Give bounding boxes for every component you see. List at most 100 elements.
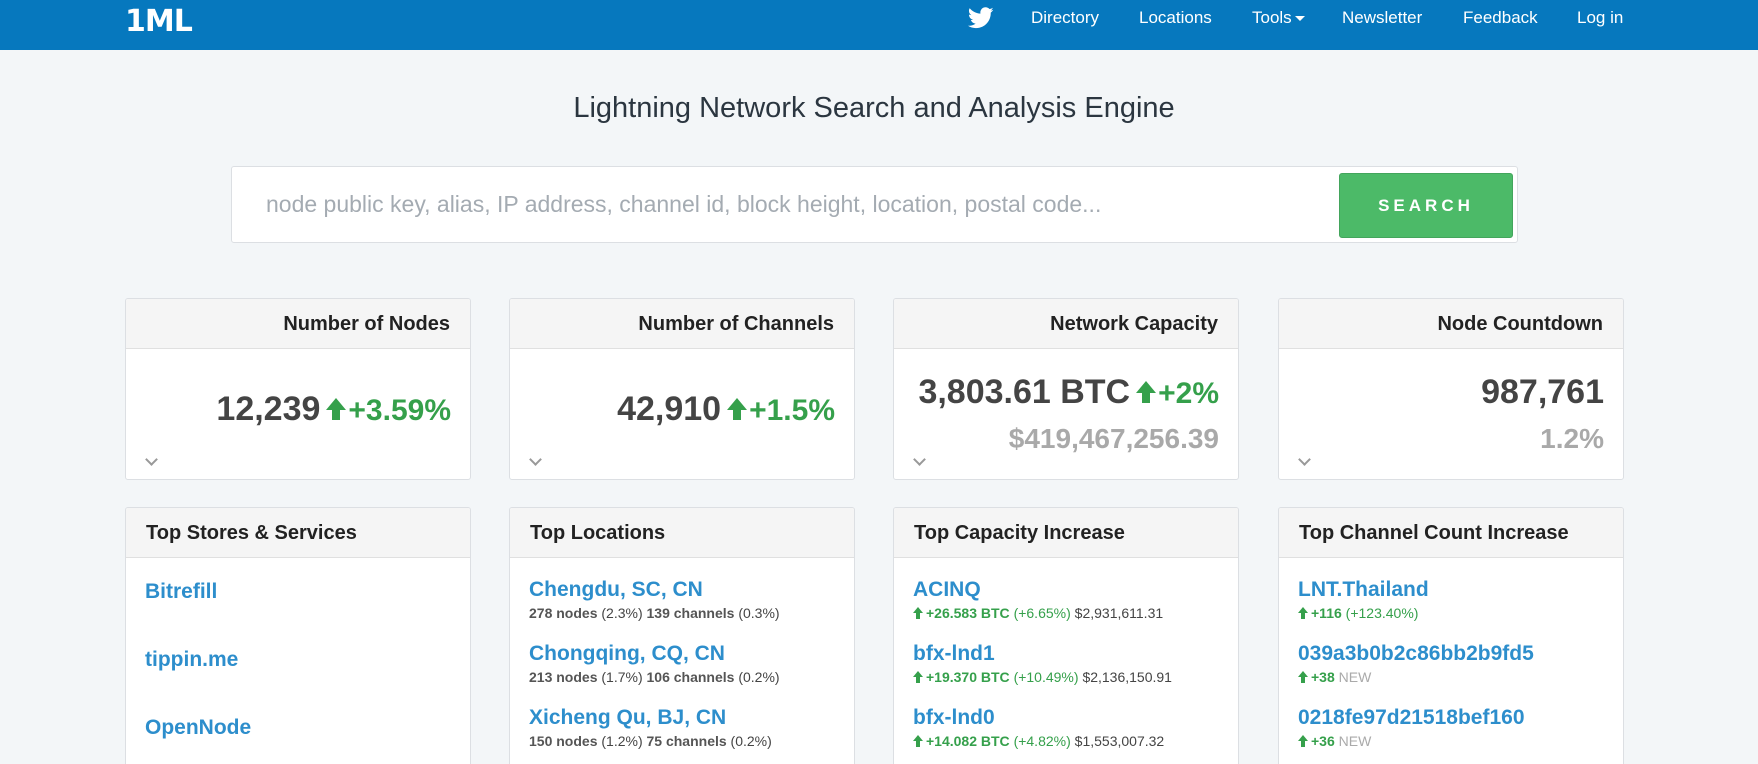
- node-count: 213 nodes: [529, 669, 598, 685]
- node-pct: (1.2%): [601, 733, 643, 749]
- channel-meta: +36 NEW: [1298, 733, 1604, 749]
- chevron-down-icon[interactable]: [1298, 455, 1310, 467]
- nav-tools[interactable]: Tools: [1252, 8, 1305, 28]
- arrow-up-icon: [1298, 735, 1309, 747]
- store-link[interactable]: Bitrefill: [145, 580, 451, 604]
- navbar: 1ML Directory Locations Tools Newsletter…: [0, 0, 1758, 50]
- location-list: Chengdu, SC, CN 278 nodes (2.3%) 139 cha…: [510, 558, 854, 764]
- list-item: OpenNode: [145, 714, 451, 764]
- nav-directory[interactable]: Directory: [1031, 8, 1099, 28]
- stat-title: Number of Nodes: [126, 299, 470, 349]
- node-pct: (2.3%): [601, 605, 643, 621]
- store-link[interactable]: OpenNode: [145, 716, 451, 740]
- list-item: 0218fe97d21518bef160 +36 NEW: [1298, 706, 1604, 764]
- node-pct: (1.7%): [601, 669, 643, 685]
- card-title: Top Locations: [510, 508, 854, 558]
- location-link[interactable]: Chongqing, CQ, CN: [529, 642, 835, 666]
- btc-increase: +19.370 BTC: [926, 669, 1010, 685]
- list-item: tippin.me: [145, 646, 451, 714]
- card-top-capacity-increase: Top Capacity Increase ACINQ +26.583 BTC …: [893, 507, 1239, 764]
- channel-increase: +38: [1311, 669, 1335, 685]
- capacity-change: +2%: [1158, 377, 1219, 410]
- card-top-locations: Top Locations Chengdu, SC, CN 278 nodes …: [509, 507, 855, 764]
- btc-increase: +14.082 BTC: [926, 733, 1010, 749]
- list-item: 039a3b0b2c86bb2b9fd5 +38 NEW: [1298, 642, 1604, 706]
- stat-card-capacity: Network Capacity 3,803.61 BTC +2% $419,46…: [893, 298, 1239, 480]
- caret-down-icon: [1294, 16, 1305, 22]
- capacity-usd: $419,467,256.39: [1008, 423, 1219, 454]
- countdown-percent: 1.2%: [1540, 423, 1604, 454]
- node-link[interactable]: 039a3b0b2c86bb2b9fd5: [1298, 642, 1604, 666]
- channel-pct: (0.2%): [738, 669, 780, 685]
- page-title: Lightning Network Search and Analysis En…: [573, 92, 1175, 124]
- arrow-up-icon: [1136, 381, 1157, 403]
- stat-value: 42,910 +1.5%: [617, 390, 835, 429]
- stat-change: +2%: [1136, 377, 1219, 410]
- channel-meta: +38 NEW: [1298, 669, 1604, 685]
- location-link[interactable]: Xicheng Qu, BJ, CN: [529, 706, 835, 730]
- nav-locations[interactable]: Locations: [1139, 8, 1212, 28]
- chevron-down-icon[interactable]: [913, 455, 925, 467]
- node-count: 150 nodes: [529, 733, 598, 749]
- twitter-icon[interactable]: [968, 7, 994, 29]
- card-top-channel-increase: Top Channel Count Increase LNT.Thailand …: [1278, 507, 1624, 764]
- brand-logo[interactable]: 1ML: [125, 4, 193, 39]
- location-link[interactable]: Chengdu, SC, CN: [529, 578, 835, 602]
- nodes-count: 12,239: [216, 390, 321, 428]
- nav-newsletter[interactable]: Newsletter: [1342, 8, 1422, 28]
- node-link[interactable]: bfx-lnd1: [913, 642, 1219, 666]
- stat-card-nodes: Number of Nodes 12,239 +3.59%: [125, 298, 471, 480]
- pct-increase: (+123.40%): [1345, 605, 1419, 621]
- nav-login[interactable]: Log in: [1577, 8, 1623, 28]
- list-item: Bitrefill: [145, 578, 451, 646]
- channel-pct: (0.3%): [738, 605, 780, 621]
- chevron-down-icon[interactable]: [145, 455, 157, 467]
- list-item: LNT.Thailand +116 (+123.40%): [1298, 578, 1604, 642]
- countdown-value: 987,761: [1481, 373, 1604, 411]
- capacity-meta: +14.082 BTC (+4.82%) $1,553,007.32: [913, 733, 1219, 749]
- channel-count: 75 channels: [646, 733, 727, 749]
- chevron-down-icon[interactable]: [529, 455, 541, 467]
- node-link[interactable]: ACINQ: [913, 578, 1219, 602]
- list-item: bfx-lnd0 +14.082 BTC (+4.82%) $1,553,007…: [913, 706, 1219, 764]
- usd-increase: $2,136,150.91: [1082, 669, 1172, 685]
- channels-change: +1.5%: [749, 394, 835, 427]
- stat-title: Network Capacity: [894, 299, 1238, 349]
- arrow-up-icon: [1298, 671, 1309, 683]
- arrow-up-icon: [1298, 607, 1309, 619]
- new-badge: NEW: [1338, 669, 1372, 685]
- stat-card-countdown: Node Countdown 987,761 1.2%: [1278, 298, 1624, 480]
- capacity-btc: 3,803.61 BTC: [918, 373, 1131, 411]
- card-top-stores: Top Stores & Services Bitrefill tippin.m…: [125, 507, 471, 764]
- node-count: 278 nodes: [529, 605, 598, 621]
- btc-increase: +26.583 BTC: [926, 605, 1010, 621]
- channel-increase: +36: [1311, 733, 1335, 749]
- channel-increase: +116: [1311, 605, 1342, 621]
- usd-increase: $1,553,007.32: [1074, 733, 1165, 749]
- channel-count: 139 channels: [646, 605, 735, 621]
- arrow-up-icon: [913, 735, 924, 747]
- arrow-up-icon: [727, 398, 748, 420]
- stat-value: 12,239 +3.59%: [216, 390, 451, 429]
- store-list: Bitrefill tippin.me OpenNode: [126, 558, 470, 764]
- pct-increase: (+10.49%): [1013, 669, 1079, 685]
- search-form: SEARCH: [231, 166, 1518, 243]
- stat-card-channels: Number of Channels 42,910 +1.5%: [509, 298, 855, 480]
- location-meta: 278 nodes (2.3%) 139 channels (0.3%): [529, 605, 835, 621]
- search-input[interactable]: [234, 169, 1334, 240]
- node-link[interactable]: 0218fe97d21518bef160: [1298, 706, 1604, 730]
- node-link[interactable]: bfx-lnd0: [913, 706, 1219, 730]
- nav-tools-label: Tools: [1252, 8, 1292, 27]
- arrow-up-icon: [913, 607, 924, 619]
- card-title: Top Channel Count Increase: [1279, 508, 1623, 558]
- node-link[interactable]: LNT.Thailand: [1298, 578, 1604, 602]
- nodes-change: +3.59%: [348, 394, 451, 427]
- search-button[interactable]: SEARCH: [1339, 173, 1513, 238]
- channel-list: LNT.Thailand +116 (+123.40%) 039a3b0b2c8…: [1279, 558, 1623, 764]
- store-link[interactable]: tippin.me: [145, 648, 451, 672]
- pct-increase: (+4.82%): [1013, 733, 1071, 749]
- list-item: ACINQ +26.583 BTC (+6.65%) $2,931,611.31: [913, 578, 1219, 642]
- nav-feedback[interactable]: Feedback: [1463, 8, 1538, 28]
- list-item: Chongqing, CQ, CN 213 nodes (1.7%) 106 c…: [529, 642, 835, 706]
- card-title: Top Stores & Services: [126, 508, 470, 558]
